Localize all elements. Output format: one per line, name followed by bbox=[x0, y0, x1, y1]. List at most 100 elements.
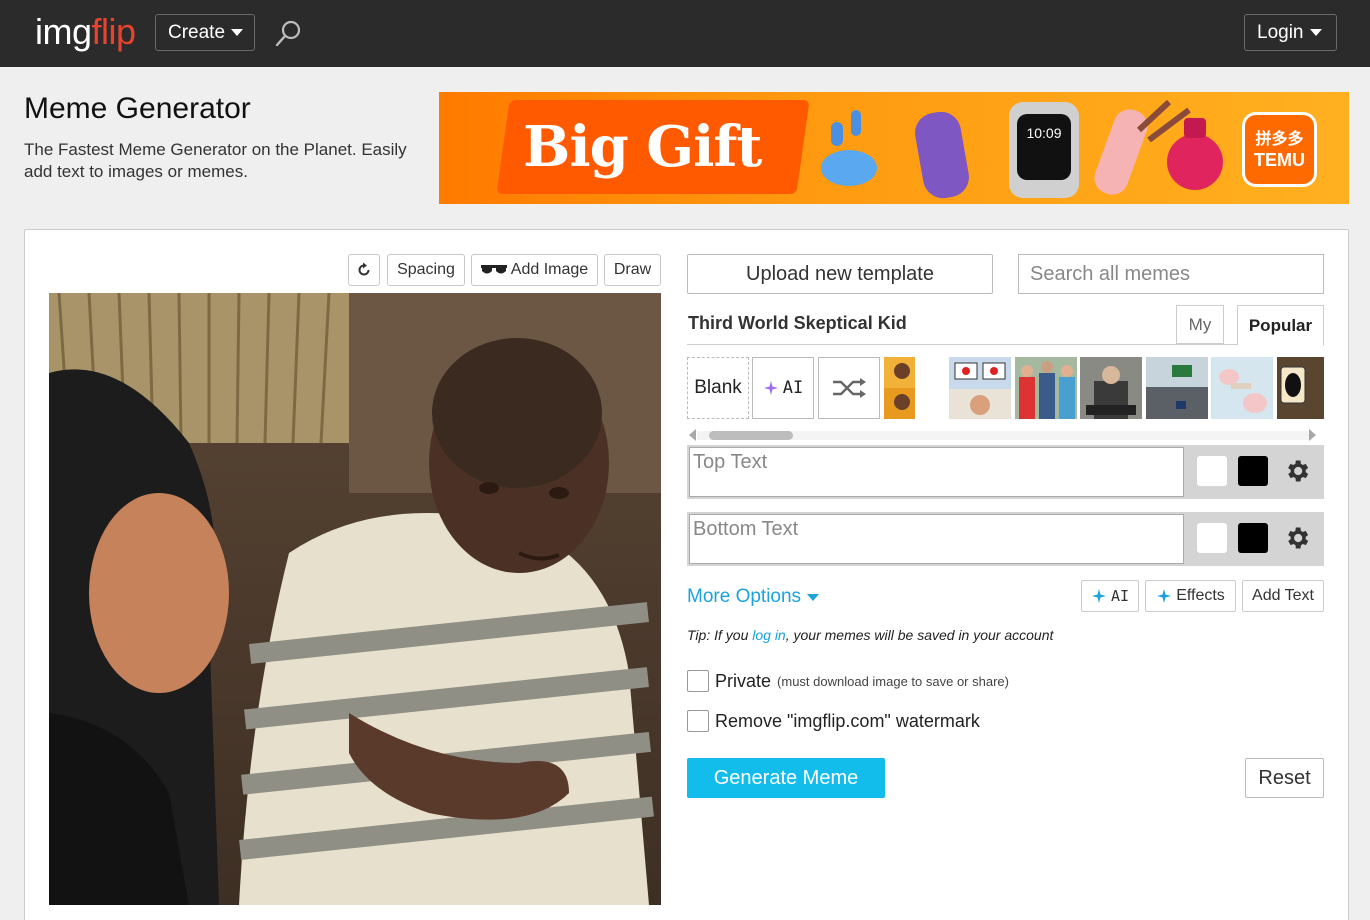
more-options-toggle[interactable]: More Options bbox=[687, 586, 820, 608]
caret-down-icon bbox=[231, 29, 244, 36]
template-thumb-exit[interactable] bbox=[1146, 357, 1208, 419]
login-label: Login bbox=[1257, 21, 1304, 43]
text-box-row-bottom: Bottom Text bbox=[687, 512, 1324, 566]
random-template-tile[interactable] bbox=[818, 357, 880, 419]
meme-preview-image[interactable] bbox=[49, 293, 661, 905]
login-tip: Tip: If you log in, your memes will be s… bbox=[687, 627, 1053, 643]
watermark-option: Remove "imgflip.com" watermark bbox=[687, 710, 980, 732]
generate-label: Generate Meme bbox=[713, 766, 859, 789]
bernie-thumb-image bbox=[1080, 357, 1142, 419]
private-label: Private bbox=[715, 670, 772, 691]
tab-popular-label: Popular bbox=[1248, 315, 1313, 335]
left-exit-thumb-image bbox=[1146, 357, 1208, 419]
caret-down-icon bbox=[807, 593, 820, 601]
remove-watermark-checkbox[interactable] bbox=[687, 710, 709, 732]
private-checkbox[interactable] bbox=[687, 670, 709, 692]
two-buttons-thumb-image bbox=[949, 357, 1011, 419]
ad-banner[interactable]: Big Gift 10:09 拼多多 TEMU bbox=[439, 92, 1349, 204]
rotate-button[interactable] bbox=[348, 254, 380, 286]
draw-button[interactable]: Draw bbox=[604, 254, 661, 286]
page-title: Meme Generator bbox=[24, 92, 251, 125]
shuffle-icon bbox=[833, 378, 866, 398]
temu-text: TEMU bbox=[1254, 149, 1305, 170]
top-nav: imgflip Create Login bbox=[0, 0, 1370, 67]
temu-cn-text: 拼多多 bbox=[1255, 130, 1304, 148]
text-box-row-top: Top Text bbox=[687, 445, 1324, 499]
template-thumb-bernie[interactable] bbox=[1080, 357, 1142, 419]
sparkle-icon bbox=[1091, 589, 1106, 603]
tip-text-2: , your memes will be saved in your accou… bbox=[785, 627, 1054, 643]
ai-tile-label: AI bbox=[782, 378, 804, 398]
add-image-button[interactable]: Add Image bbox=[471, 254, 598, 286]
sparkle-icon bbox=[763, 381, 778, 395]
caret-down-icon bbox=[1309, 29, 1322, 36]
scroll-right-icon[interactable] bbox=[1309, 429, 1316, 441]
watermark-label: Remove "imgflip.com" watermark bbox=[715, 710, 980, 731]
tabs-divider bbox=[687, 344, 1324, 345]
outline-color-swatch[interactable] bbox=[1238, 456, 1268, 486]
login-link[interactable]: log in bbox=[752, 627, 785, 643]
tab-popular[interactable]: Popular bbox=[1237, 305, 1324, 346]
drake-thumb-image bbox=[884, 357, 915, 419]
create-label: Create bbox=[168, 21, 226, 43]
uno-thumb-image bbox=[1277, 357, 1324, 419]
tip-text-1: If you bbox=[710, 627, 753, 643]
sunglasses-icon bbox=[480, 265, 507, 274]
spacing-button[interactable]: Spacing bbox=[387, 254, 465, 286]
page-subtitle: The Fastest Meme Generator on the Planet… bbox=[24, 140, 407, 181]
imgflip-logo[interactable]: imgflip bbox=[35, 10, 136, 54]
outline-color-swatch[interactable] bbox=[1238, 523, 1268, 553]
generate-meme-button[interactable]: Generate Meme bbox=[687, 758, 885, 798]
template-thumb-buttons[interactable] bbox=[949, 357, 1011, 419]
login-button[interactable]: Login bbox=[1244, 14, 1337, 51]
tab-my[interactable]: My bbox=[1176, 305, 1224, 344]
blank-template-tile[interactable]: Blank bbox=[687, 357, 749, 419]
create-menu-button[interactable]: Create bbox=[155, 14, 255, 51]
templates-scrollbar[interactable] bbox=[687, 428, 1324, 442]
effects-button[interactable]: Effects bbox=[1145, 580, 1236, 612]
scrollbar-thumb[interactable] bbox=[709, 431, 793, 440]
blank-label: Blank bbox=[694, 377, 742, 398]
bottom-text-input[interactable]: Bottom Text bbox=[689, 514, 1184, 564]
upload-template-button[interactable]: Upload new template bbox=[687, 254, 993, 294]
search-icon[interactable] bbox=[274, 18, 304, 48]
private-option: Private (must download image to save or … bbox=[687, 670, 1009, 692]
tab-my-label: My bbox=[1188, 314, 1212, 334]
upload-template-label: Upload new template bbox=[746, 262, 934, 285]
effects-label: Effects bbox=[1176, 587, 1225, 604]
sparkle-icon bbox=[1157, 589, 1172, 603]
reset-label: Reset bbox=[1258, 766, 1311, 789]
current-template-name: Third World Skeptical Kid bbox=[688, 313, 907, 333]
template-thumb-distracted[interactable] bbox=[1015, 357, 1077, 419]
logo-text-flip: flip bbox=[91, 11, 137, 52]
distracted-bf-thumb-image bbox=[1015, 357, 1077, 419]
spacing-label: Spacing bbox=[397, 261, 455, 278]
add-text-button[interactable]: Add Text bbox=[1242, 580, 1324, 612]
rotate-icon bbox=[358, 262, 370, 276]
gear-icon[interactable] bbox=[1283, 524, 1311, 552]
logo-text-img: img bbox=[35, 11, 92, 52]
meme-photo bbox=[49, 293, 661, 905]
ai-button-label: AI bbox=[1110, 587, 1130, 605]
search-memes-input[interactable]: Search all memes bbox=[1018, 254, 1324, 294]
template-thumb-uno[interactable] bbox=[1277, 357, 1324, 419]
ai-template-tile[interactable]: AI bbox=[752, 357, 814, 419]
ad-headline: Big Gift bbox=[523, 114, 762, 180]
text-color-swatch[interactable] bbox=[1197, 456, 1227, 486]
more-options-label: More Options bbox=[687, 586, 802, 607]
watch-time-text: 10:09 bbox=[1026, 125, 1061, 141]
template-thumb-drake[interactable] bbox=[884, 357, 915, 419]
add-image-label: Add Image bbox=[510, 261, 589, 278]
ad-products-image: 10:09 bbox=[821, 100, 1223, 199]
ai-text-button[interactable]: AI bbox=[1081, 580, 1139, 612]
private-note: (must download image to save or share) bbox=[777, 673, 1009, 689]
scroll-left-icon[interactable] bbox=[689, 429, 696, 441]
add-text-label: Add Text bbox=[1252, 587, 1314, 604]
slap-thumb-image bbox=[1211, 357, 1273, 419]
template-thumb-slap[interactable] bbox=[1211, 357, 1273, 419]
gear-icon[interactable] bbox=[1283, 457, 1311, 485]
reset-button[interactable]: Reset bbox=[1245, 758, 1324, 798]
top-text-input[interactable]: Top Text bbox=[689, 447, 1184, 497]
tip-prefix: Tip: bbox=[687, 627, 711, 643]
text-color-swatch[interactable] bbox=[1197, 523, 1227, 553]
